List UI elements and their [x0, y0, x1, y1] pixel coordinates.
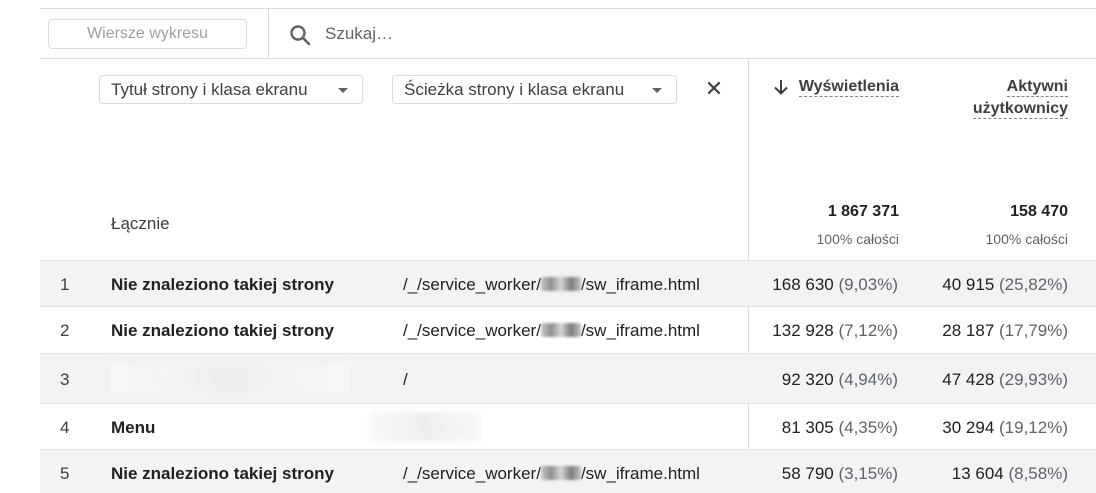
- row-page-path: /: [403, 370, 408, 389]
- chart-rows-button[interactable]: Wiersze wykresu: [48, 19, 247, 49]
- row-index: 5: [60, 464, 70, 483]
- primary-dimension-select[interactable]: Tytuł strony i klasa ekranu: [99, 75, 363, 104]
- active-users-column-header[interactable]: Aktywni użytkownicy: [940, 76, 1068, 120]
- row-page-path: /_/service_worker//sw_iframe.html: [403, 464, 700, 483]
- row-index: 2: [60, 321, 70, 340]
- redacted-segment: [540, 323, 581, 337]
- toolbar-divider: [268, 9, 269, 59]
- search-input[interactable]: [325, 21, 825, 47]
- row-active-users: 30 294 (19,12%): [942, 418, 1068, 437]
- active-users-header-line2: użytkownicy: [972, 100, 1068, 119]
- table-row[interactable]: 5 Nie znaleziono takiej strony /_/servic…: [40, 449, 1096, 493]
- row-views: 168 630 (9,03%): [772, 275, 898, 294]
- row-page-path: /_/service_worker//sw_iframe.html: [403, 321, 700, 340]
- row-index: 1: [60, 275, 70, 294]
- search-icon: [290, 25, 311, 46]
- header-divider: [748, 59, 749, 190]
- close-icon[interactable]: ✕: [704, 78, 724, 100]
- row-index: 3: [60, 370, 70, 389]
- views-total-pct: 100% całości: [816, 231, 900, 247]
- row-active-users: 47 428 (29,93%): [942, 370, 1068, 389]
- active-users-header-line1: Aktywni: [1006, 78, 1068, 97]
- row-views: 92 320 (4,94%): [781, 370, 898, 389]
- row-active-users: 28 187 (17,79%): [942, 321, 1068, 340]
- users-total: 158 470: [1010, 203, 1068, 220]
- row-views: 58 790 (3,15%): [781, 464, 898, 483]
- redacted-title: [110, 364, 350, 394]
- redacted-segment: [540, 466, 581, 480]
- views-header-label: Wyświetlenia: [798, 78, 899, 97]
- row-page-title: Nie znaleziono takiej strony: [111, 464, 334, 483]
- table-row[interactable]: 3 / 92 320 (4,94%) 47 428 (29,93%): [40, 353, 1096, 403]
- redacted-path: [370, 412, 480, 442]
- row-page-title: Nie znaleziono takiej strony: [111, 275, 334, 294]
- users-total-pct: 100% całości: [985, 231, 1069, 247]
- report-table: Wiersze wykresu Tytuł strony i klasa ekr…: [0, 0, 1096, 493]
- row-page-title: Menu: [111, 418, 156, 437]
- row-views: 81 305 (4,35%): [781, 418, 898, 437]
- chevron-down-icon: [652, 88, 662, 93]
- row-index: 4: [60, 418, 70, 437]
- secondary-dimension-label: Ścieżka strony i klasa ekranu: [404, 80, 625, 99]
- primary-dimension-label: Tytuł strony i klasa ekranu: [111, 80, 308, 99]
- views-column-header[interactable]: Wyświetlenia: [793, 76, 899, 98]
- secondary-dimension-select[interactable]: Ścieżka strony i klasa ekranu: [392, 75, 677, 104]
- table-toolbar: Wiersze wykresu: [40, 8, 1096, 59]
- row-page-title: Nie znaleziono takiej strony: [111, 321, 334, 340]
- row-active-users: 13 604 (8,58%): [951, 464, 1068, 483]
- totals-label: Łącznie: [111, 214, 170, 233]
- row-active-users: 40 915 (25,82%): [942, 275, 1068, 294]
- table-row[interactable]: 1 Nie znaleziono takiej strony /_/servic…: [40, 260, 1096, 306]
- row-page-path: /_/service_worker//sw_iframe.html: [403, 275, 700, 294]
- views-total: 1 867 371: [827, 203, 899, 220]
- table-row[interactable]: 4 Menu 81 305 (4,35%) 30 294 (19,12%): [40, 403, 1096, 449]
- chevron-down-icon: [338, 88, 348, 93]
- row-views: 132 928 (7,12%): [772, 321, 898, 340]
- table-row[interactable]: 2 Nie znaleziono takiej strony /_/servic…: [40, 306, 1096, 353]
- redacted-segment: [540, 277, 581, 291]
- arrow-down-icon[interactable]: [772, 78, 790, 96]
